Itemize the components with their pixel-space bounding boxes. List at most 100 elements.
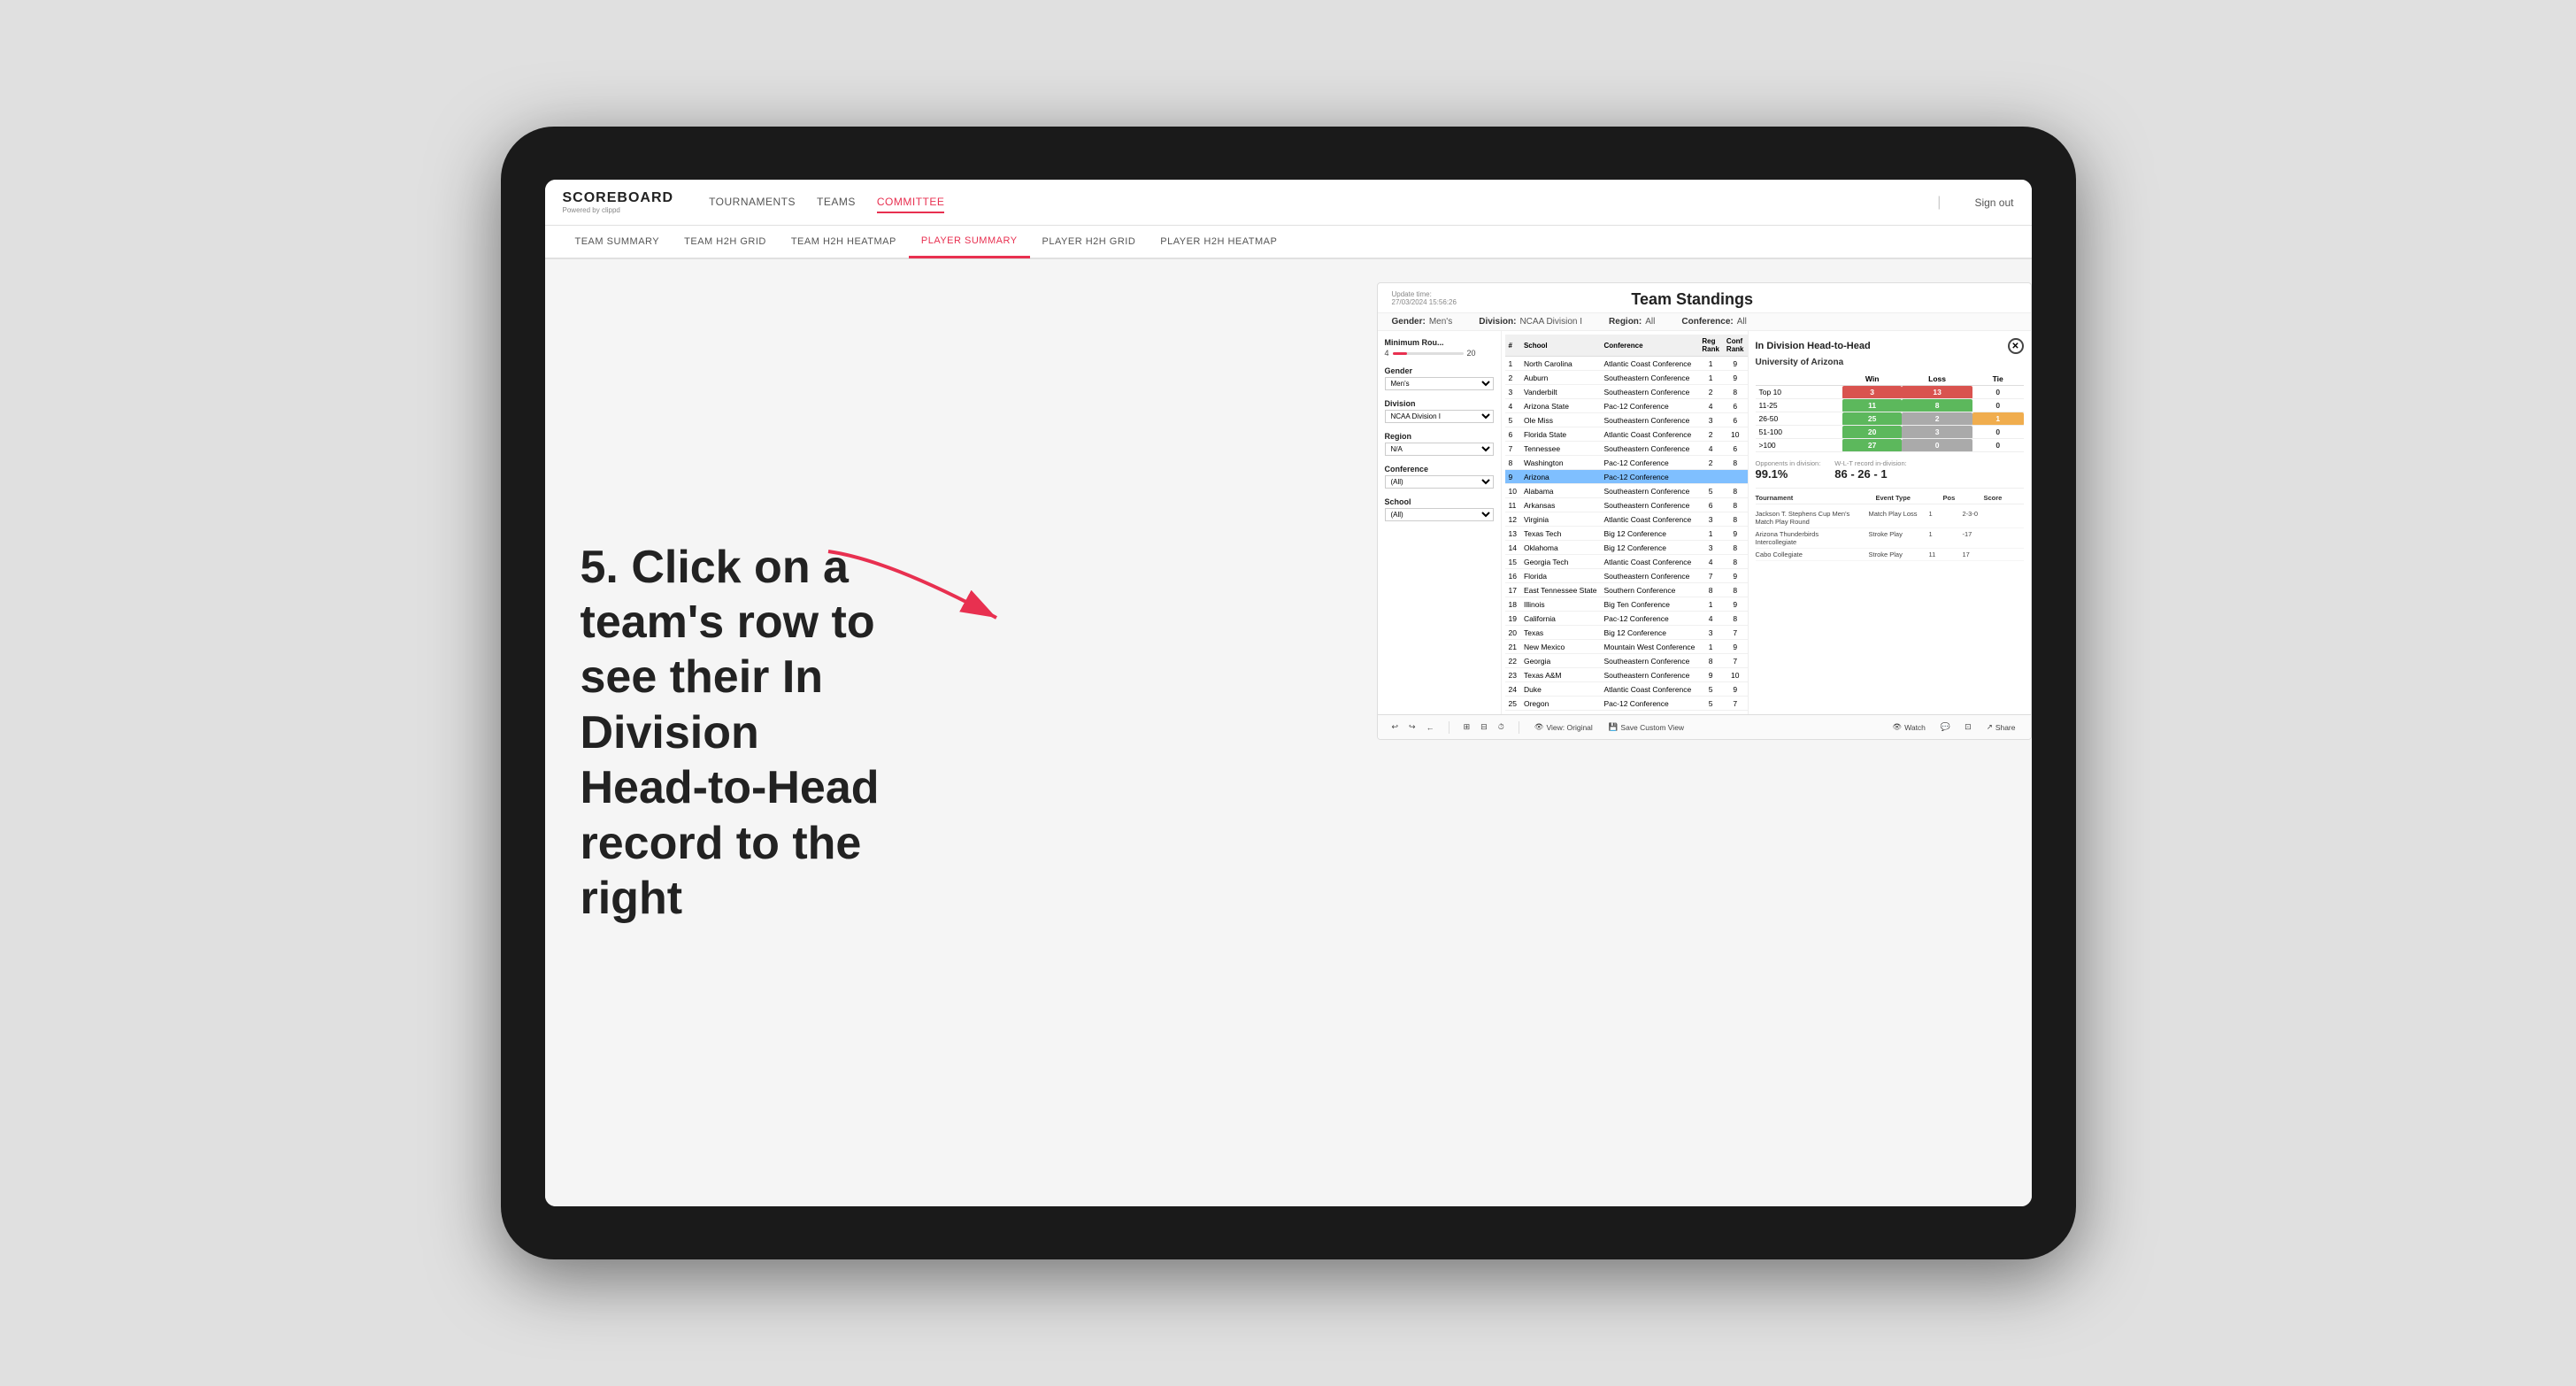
conference-filter-group: Conference (All) (1385, 465, 1494, 489)
cell-conf-rank: 10 (1723, 427, 1748, 442)
min-rounds-slider[interactable] (1393, 352, 1464, 355)
sign-out-link[interactable]: Sign out (1974, 196, 2013, 209)
t-name: Cabo Collegiate (1756, 551, 1862, 558)
share-label: Share (1995, 723, 2016, 732)
school-select[interactable]: (All) (1385, 508, 1494, 521)
cell-num: 13 (1505, 527, 1520, 541)
toolbar-watch-btn[interactable]: 👁 Watch (1888, 720, 1930, 734)
table-row[interactable]: 21 New Mexico Mountain West Conference 1… (1505, 640, 1748, 654)
cell-conf-rank: 8 (1723, 512, 1748, 527)
sub-nav-player-h2h-grid[interactable]: PLAYER H2H GRID (1030, 225, 1149, 258)
sub-nav-player-h2h-heatmap[interactable]: PLAYER H2H HEATMAP (1148, 225, 1289, 258)
cell-conference: Southern Conference (1601, 583, 1699, 597)
cell-school: Oregon (1520, 697, 1601, 711)
conference-filter-display: Conference: All (1681, 317, 1746, 327)
division-select[interactable]: NCAA Division I (1385, 410, 1494, 423)
nav-tournaments[interactable]: TOURNAMENTS (709, 192, 796, 213)
toolbar-back-btn[interactable]: ← (1423, 721, 1438, 734)
conference-select[interactable]: (All) (1385, 475, 1494, 489)
table-row[interactable]: 11 Arkansas Southeastern Conference 6 8 … (1505, 498, 1748, 512)
tournament-col-pos: Pos (1943, 494, 1970, 502)
table-row[interactable]: 19 California Pac-12 Conference 4 8 24 2 (1505, 612, 1748, 626)
toolbar-share-btn[interactable]: ↗ Share (1982, 720, 2020, 734)
h2h-tier-loss: 8 (1902, 399, 1972, 412)
min-rounds-filter: Minimum Rou... 4 20 (1385, 338, 1494, 358)
h2h-tier-win: 3 (1842, 386, 1902, 399)
sub-nav-player-summary[interactable]: PLAYER SUMMARY (909, 225, 1030, 258)
nav-teams[interactable]: TEAMS (817, 192, 856, 213)
filter-row: Gender: Men's Division: NCAA Division I … (1378, 313, 2031, 331)
toolbar-clock-btn[interactable]: ⏱ (1495, 720, 1508, 734)
h2h-tier-tie: 0 (1972, 439, 2024, 452)
cell-num: 21 (1505, 640, 1520, 654)
h2h-tier-win: 27 (1842, 439, 1902, 452)
table-row[interactable]: 10 Alabama Southeastern Conference 5 8 2… (1505, 484, 1748, 498)
cell-num: 14 (1505, 541, 1520, 555)
t-pos: 11 (1929, 551, 1956, 558)
table-row[interactable]: 4 Arizona State Pac-12 Conference 4 6 26… (1505, 399, 1748, 413)
h2h-tier-loss: 2 (1902, 412, 1972, 426)
table-row[interactable]: 18 Illinois Big Ten Conference 1 9 23 1 (1505, 597, 1748, 612)
table-row[interactable]: 13 Texas Tech Big 12 Conference 1 9 27 2 (1505, 527, 1748, 541)
toolbar-redo-btn[interactable]: ↪ (1405, 720, 1419, 734)
sub-nav-team-h2h-grid[interactable]: TEAM H2H GRID (672, 225, 779, 258)
table-row[interactable]: 6 Florida State Atlantic Coast Conferenc… (1505, 427, 1748, 442)
h2h-tier-loss: 13 (1902, 386, 1972, 399)
cell-reg-rank: 3 (1698, 512, 1723, 527)
toolbar-undo-btn[interactable]: ↩ (1388, 720, 1403, 734)
cell-school: Texas A&M (1520, 668, 1601, 682)
division-filter-group: Division NCAA Division I (1385, 399, 1494, 423)
cell-conference: Southeastern Conference (1601, 371, 1699, 385)
h2h-wlt-label: W-L-T record in-division: (1834, 459, 1906, 467)
table-row[interactable]: 22 Georgia Southeastern Conference 8 7 2… (1505, 654, 1748, 668)
table-row[interactable]: 15 Georgia Tech Atlantic Coast Conferenc… (1505, 555, 1748, 569)
table-row[interactable]: 24 Duke Atlantic Coast Conference 5 9 27… (1505, 682, 1748, 697)
toolbar-view-original-btn[interactable]: 👁 View: Original (1530, 720, 1597, 734)
update-time-label: Update time: (1392, 290, 1457, 298)
cell-school: East Tennessee State (1520, 583, 1601, 597)
gender-select[interactable]: Men's (1385, 377, 1494, 390)
cell-reg-rank: 5 (1698, 484, 1723, 498)
table-row[interactable]: 9 Arizona Pac-12 Conference (1505, 470, 1748, 484)
cell-conf-rank: 8 (1723, 484, 1748, 498)
table-row[interactable]: 23 Texas A&M Southeastern Conference 9 1… (1505, 668, 1748, 682)
table-row[interactable]: 7 Tennessee Southeastern Conference 4 6 … (1505, 442, 1748, 456)
sub-nav-team-h2h-heatmap[interactable]: TEAM H2H HEATMAP (779, 225, 909, 258)
toolbar-save-custom-btn[interactable]: 💾 Save Custom View (1604, 720, 1688, 734)
h2h-table: Win Loss Tie Top 10 3 13 0 11-25 11 8 0 (1756, 373, 2024, 452)
sub-nav-team-summary[interactable]: TEAM SUMMARY (563, 225, 673, 258)
table-row[interactable]: 20 Texas Big 12 Conference 3 7 20 3 (1505, 626, 1748, 640)
col-conf-rank: ConfRank (1723, 335, 1748, 357)
toolbar-paste-btn[interactable]: ⊟ (1477, 720, 1491, 734)
table-row[interactable]: 8 Washington Pac-12 Conference 2 8 23 1 (1505, 456, 1748, 470)
cell-school: Georgia Tech (1520, 555, 1601, 569)
table-row[interactable]: 2 Auburn Southeastern Conference 1 9 27 … (1505, 371, 1748, 385)
table-row[interactable]: 1 North Carolina Atlantic Coast Conferen… (1505, 357, 1748, 371)
cell-conf-rank: 10 (1723, 668, 1748, 682)
cell-conference: Southeastern Conference (1601, 413, 1699, 427)
cell-school: Florida (1520, 569, 1601, 583)
toolbar-comment-btn[interactable]: 💬 (1937, 720, 1954, 734)
t-pos: 1 (1929, 510, 1956, 518)
cell-conf-rank: 9 (1723, 357, 1748, 371)
toolbar-copy-btn[interactable]: ⊞ (1460, 720, 1474, 734)
table-row[interactable]: 17 East Tennessee State Southern Confere… (1505, 583, 1748, 597)
h2h-tier-label: 51-100 (1756, 426, 1843, 439)
region-value: All (1645, 317, 1655, 327)
table-row[interactable]: 16 Florida Southeastern Conference 7 9 2… (1505, 569, 1748, 583)
panel-body: Minimum Rou... 4 20 (1378, 331, 2031, 714)
table-row[interactable]: 3 Vanderbilt Southeastern Conference 2 8… (1505, 385, 1748, 399)
cell-num: 25 (1505, 697, 1520, 711)
h2h-close-button[interactable]: ✕ (2008, 338, 2024, 354)
table-row[interactable]: 12 Virginia Atlantic Coast Conference 3 … (1505, 512, 1748, 527)
region-label: Region: (1609, 317, 1642, 327)
region-select[interactable]: N/A (1385, 443, 1494, 456)
cell-num: 2 (1505, 371, 1520, 385)
table-row[interactable]: 14 Oklahoma Big 12 Conference 3 8 24 2 (1505, 541, 1748, 555)
table-row[interactable]: 5 Ole Miss Southeastern Conference 3 6 1… (1505, 413, 1748, 427)
cell-reg-rank: 1 (1698, 597, 1723, 612)
toolbar-layout-btn[interactable]: ⊡ (1961, 720, 1975, 734)
table-row[interactable]: 25 Oregon Pac-12 Conference 5 7 21 0 (1505, 697, 1748, 711)
min-rounds-label: Minimum Rou... (1385, 338, 1494, 347)
nav-committee[interactable]: COMMITTEE (877, 192, 945, 213)
